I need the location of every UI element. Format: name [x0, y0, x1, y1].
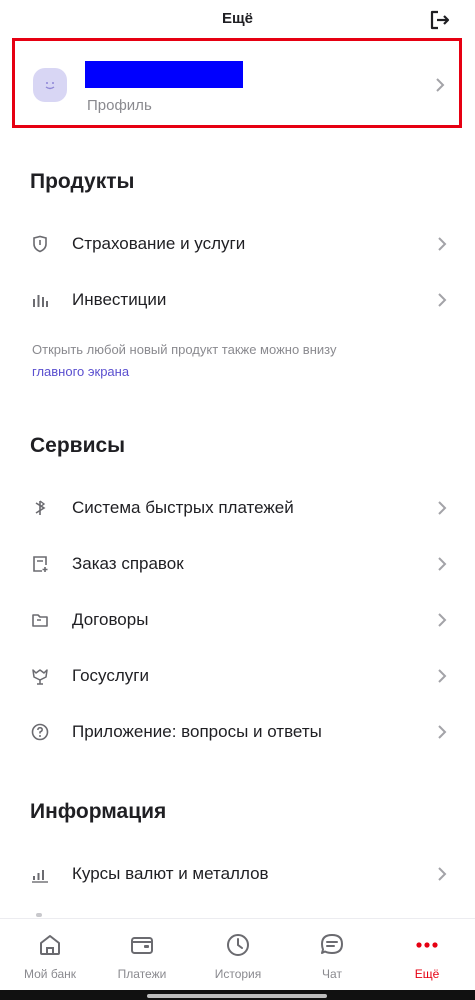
- profile-card[interactable]: Профиль: [12, 38, 462, 128]
- nav-label: Мой банк: [24, 967, 76, 981]
- menu-item-investments[interactable]: Инвестиции: [0, 278, 475, 322]
- nav-history[interactable]: История: [198, 927, 278, 987]
- menu-item-label: Госуслуги: [72, 666, 149, 685]
- chat-icon: [318, 931, 346, 959]
- chevron-right-icon: [437, 668, 447, 689]
- document-add-icon: [30, 554, 50, 574]
- nav-label: Ещё: [414, 967, 440, 981]
- section-title-information: Информация: [30, 800, 167, 823]
- menu-item-rates[interactable]: Курсы валют и металлов: [0, 852, 475, 896]
- nav-my-bank[interactable]: Мой банк: [10, 927, 90, 987]
- bar-chart-icon: [30, 290, 50, 310]
- top-header: Ещё: [0, 0, 475, 40]
- folder-icon: [30, 610, 50, 630]
- menu-item-label: Система быстрых платежей: [72, 498, 294, 517]
- section-title-products: Продукты: [30, 170, 135, 193]
- section-title-services: Сервисы: [30, 434, 126, 457]
- nav-more[interactable]: Ещё: [387, 927, 467, 987]
- products-hint: Открыть любой новый продукт также можно …: [32, 339, 452, 383]
- menu-item-label: Договоры: [72, 610, 149, 629]
- chevron-right-icon: [437, 236, 447, 257]
- logout-button[interactable]: [427, 7, 453, 33]
- bottom-navigation: Мой банк Платежи История Чат Ещё: [0, 918, 475, 991]
- chevron-right-icon: [437, 556, 447, 577]
- help-circle-icon: [30, 722, 50, 742]
- page-title: Ещё: [221, 10, 253, 27]
- profile-subtitle: Профиль: [87, 97, 152, 114]
- sbp-icon: [30, 498, 50, 518]
- menu-item-label: Курсы валют и металлов: [72, 864, 269, 883]
- home-indicator[interactable]: [147, 994, 327, 998]
- menu-item-label: Приложение: вопросы и ответы: [72, 722, 322, 741]
- logout-icon: [430, 10, 450, 30]
- menu-item-certificates[interactable]: Заказ справок: [0, 542, 475, 586]
- nav-label: Платежи: [117, 967, 167, 981]
- hint-text: Открыть любой новый продукт также можно …: [32, 342, 337, 357]
- nav-label: История: [214, 967, 262, 981]
- main-screen-link[interactable]: главного экрана: [32, 364, 129, 379]
- rates-chart-icon: [30, 864, 50, 884]
- chevron-right-icon: [437, 292, 447, 313]
- nav-chat[interactable]: Чат: [292, 927, 372, 987]
- menu-item-gosuslugi[interactable]: Госуслуги: [0, 654, 475, 698]
- home-icon: [36, 931, 64, 959]
- menu-item-sbp[interactable]: Система быстрых платежей: [0, 486, 475, 530]
- chevron-right-icon: [437, 866, 447, 887]
- avatar: [33, 68, 67, 102]
- chevron-right-icon: [437, 500, 447, 521]
- menu-item-faq[interactable]: Приложение: вопросы и ответы: [0, 710, 475, 754]
- more-dots-icon: [413, 931, 441, 959]
- menu-item-insurance[interactable]: Страхование и услуги: [0, 222, 475, 266]
- chevron-right-icon: [435, 77, 445, 98]
- chevron-right-icon: [437, 612, 447, 633]
- chevron-right-icon: [437, 724, 447, 745]
- nav-payments[interactable]: Платежи: [102, 927, 182, 987]
- nav-label: Чат: [322, 967, 342, 981]
- avatar-smile-icon: [45, 82, 55, 90]
- shield-icon: [30, 234, 50, 254]
- next-item-peek: [36, 913, 42, 917]
- profile-name-redacted: [85, 61, 243, 88]
- gov-emblem-icon: [30, 666, 50, 686]
- wallet-icon: [128, 931, 156, 959]
- clock-icon: [224, 931, 252, 959]
- menu-item-label: Страхование и услуги: [72, 234, 246, 253]
- menu-item-label: Инвестиции: [72, 290, 167, 309]
- menu-item-label: Заказ справок: [72, 554, 184, 573]
- menu-item-contracts[interactable]: Договоры: [0, 598, 475, 642]
